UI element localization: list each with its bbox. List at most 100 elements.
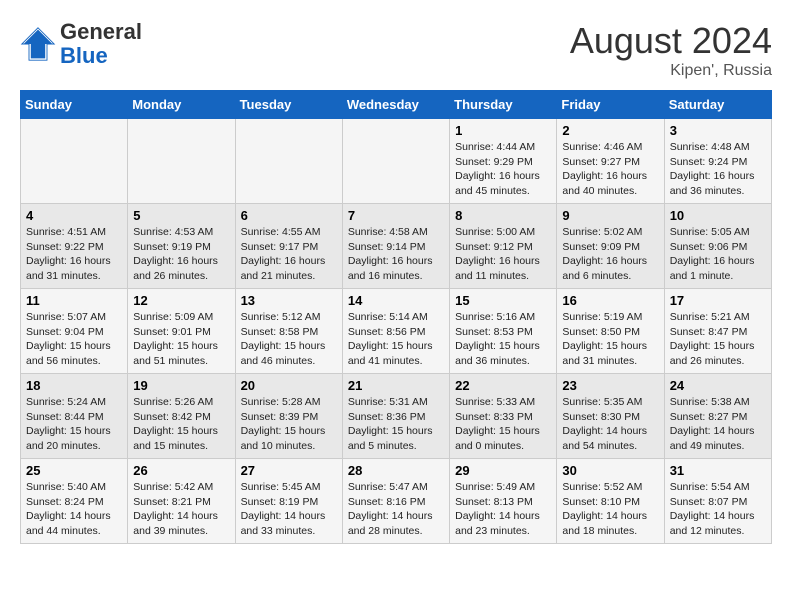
- calendar-cell: 27 Sunrise: 5:45 AM Sunset: 8:19 PM Dayli…: [235, 459, 342, 544]
- calendar-cell: 28Sunrise: 5:47 AM Sunset: 8:16 PM Dayli…: [342, 459, 449, 544]
- day-number: 9: [562, 208, 658, 223]
- calendar-cell: 2Sunrise: 4:46 AM Sunset: 9:27 PM Daylig…: [557, 119, 664, 204]
- day-number: 12: [133, 293, 229, 308]
- day-info: Sunrise: 5:49 AM Sunset: 8:13 PM Dayligh…: [455, 480, 551, 539]
- calendar-cell: [128, 119, 235, 204]
- calendar-cell: 31Sunrise: 5:54 AM Sunset: 8:07 PM Dayli…: [664, 459, 771, 544]
- week-row-4: 18Sunrise: 5:24 AM Sunset: 8:44 PM Dayli…: [21, 374, 772, 459]
- day-info: Sunrise: 5:33 AM Sunset: 8:33 PM Dayligh…: [455, 395, 551, 454]
- calendar-cell: 24 Sunrise: 5:38 AM Sunset: 8:27 PM Dayli…: [664, 374, 771, 459]
- header: General Blue August 2024 Kipen', Russia: [20, 20, 772, 80]
- calendar-cell: 20Sunrise: 5:28 AM Sunset: 8:39 PM Dayli…: [235, 374, 342, 459]
- calendar-cell: 8Sunrise: 5:00 AM Sunset: 9:12 PM Daylig…: [450, 204, 557, 289]
- day-info: Sunrise: 4:44 AM Sunset: 9:29 PM Dayligh…: [455, 140, 551, 199]
- day-header-friday: Friday: [557, 91, 664, 119]
- title-block: August 2024 Kipen', Russia: [570, 20, 772, 80]
- day-info: Sunrise: 5:45 AM Sunset: 8:19 PM Dayligh…: [241, 480, 337, 539]
- calendar-cell: 5 Sunrise: 4:53 AM Sunset: 9:19 PM Daylig…: [128, 204, 235, 289]
- day-number: 27: [241, 463, 337, 478]
- day-number: 5: [133, 208, 229, 223]
- calendar-cell: 18Sunrise: 5:24 AM Sunset: 8:44 PM Dayli…: [21, 374, 128, 459]
- week-row-2: 4Sunrise: 4:51 AM Sunset: 9:22 PM Daylig…: [21, 204, 772, 289]
- day-number: 25: [26, 463, 122, 478]
- week-row-3: 11 Sunrise: 5:07 AM Sunset: 9:04 PM Dayli…: [21, 289, 772, 374]
- calendar-cell: [21, 119, 128, 204]
- day-header-thursday: Thursday: [450, 91, 557, 119]
- day-info: Sunrise: 5:42 AM Sunset: 8:21 PM Dayligh…: [133, 480, 229, 539]
- day-number: 13: [241, 293, 337, 308]
- day-number: 1: [455, 123, 551, 138]
- day-number: 17: [670, 293, 766, 308]
- day-number: 16: [562, 293, 658, 308]
- day-info: Sunrise: 5:12 AM Sunset: 8:58 PM Dayligh…: [241, 310, 337, 369]
- day-number: 30: [562, 463, 658, 478]
- logo: General Blue: [20, 20, 142, 68]
- day-number: 19: [133, 378, 229, 393]
- day-number: 22: [455, 378, 551, 393]
- day-info: Sunrise: 5:07 AM Sunset: 9:04 PM Dayligh…: [26, 310, 122, 369]
- day-header-tuesday: Tuesday: [235, 91, 342, 119]
- day-info: Sunrise: 5:31 AM Sunset: 8:36 PM Dayligh…: [348, 395, 444, 454]
- calendar-cell: 1 Sunrise: 4:44 AM Sunset: 9:29 PM Daylig…: [450, 119, 557, 204]
- calendar-cell: 12 Sunrise: 5:09 AM Sunset: 9:01 PM Dayli…: [128, 289, 235, 374]
- day-header-sunday: Sunday: [21, 91, 128, 119]
- day-info: Sunrise: 5:09 AM Sunset: 9:01 PM Dayligh…: [133, 310, 229, 369]
- calendar-cell: 14 Sunrise: 5:14 AM Sunset: 8:56 PM Dayli…: [342, 289, 449, 374]
- day-number: 11: [26, 293, 122, 308]
- day-info: Sunrise: 5:26 AM Sunset: 8:42 PM Dayligh…: [133, 395, 229, 454]
- day-info: Sunrise: 4:58 AM Sunset: 9:14 PM Dayligh…: [348, 225, 444, 284]
- week-row-5: 25 Sunrise: 5:40 AM Sunset: 8:24 PM Dayli…: [21, 459, 772, 544]
- calendar-cell: 29 Sunrise: 5:49 AM Sunset: 8:13 PM Dayli…: [450, 459, 557, 544]
- day-info: Sunrise: 5:40 AM Sunset: 8:24 PM Dayligh…: [26, 480, 122, 539]
- day-info: Sunrise: 5:38 AM Sunset: 8:27 PM Dayligh…: [670, 395, 766, 454]
- calendar-cell: 30Sunrise: 5:52 AM Sunset: 8:10 PM Dayli…: [557, 459, 664, 544]
- calendar-cell: 19 Sunrise: 5:26 AM Sunset: 8:42 PM Dayli…: [128, 374, 235, 459]
- calendar-cell: 7 Sunrise: 4:58 AM Sunset: 9:14 PM Daylig…: [342, 204, 449, 289]
- calendar-cell: 6Sunrise: 4:55 AM Sunset: 9:17 PM Daylig…: [235, 204, 342, 289]
- day-header-monday: Monday: [128, 91, 235, 119]
- calendar-cell: 17Sunrise: 5:21 AM Sunset: 8:47 PM Dayli…: [664, 289, 771, 374]
- calendar-cell: 10Sunrise: 5:05 AM Sunset: 9:06 PM Dayli…: [664, 204, 771, 289]
- logo-blue-text: Blue: [60, 43, 108, 68]
- day-info: Sunrise: 5:19 AM Sunset: 8:50 PM Dayligh…: [562, 310, 658, 369]
- logo-icon: [20, 26, 56, 62]
- calendar-cell: 3Sunrise: 4:48 AM Sunset: 9:24 PM Daylig…: [664, 119, 771, 204]
- calendar-cell: [235, 119, 342, 204]
- day-info: Sunrise: 5:47 AM Sunset: 8:16 PM Dayligh…: [348, 480, 444, 539]
- day-number: 14: [348, 293, 444, 308]
- day-info: Sunrise: 4:55 AM Sunset: 9:17 PM Dayligh…: [241, 225, 337, 284]
- calendar-cell: 11 Sunrise: 5:07 AM Sunset: 9:04 PM Dayli…: [21, 289, 128, 374]
- day-number: 21: [348, 378, 444, 393]
- day-info: Sunrise: 4:53 AM Sunset: 9:19 PM Dayligh…: [133, 225, 229, 284]
- day-header-wednesday: Wednesday: [342, 91, 449, 119]
- calendar-cell: 25 Sunrise: 5:40 AM Sunset: 8:24 PM Dayli…: [21, 459, 128, 544]
- days-header-row: SundayMondayTuesdayWednesdayThursdayFrid…: [21, 91, 772, 119]
- day-number: 4: [26, 208, 122, 223]
- calendar-cell: 21 Sunrise: 5:31 AM Sunset: 8:36 PM Dayli…: [342, 374, 449, 459]
- calendar-table: SundayMondayTuesdayWednesdayThursdayFrid…: [20, 90, 772, 544]
- day-number: 18: [26, 378, 122, 393]
- day-header-saturday: Saturday: [664, 91, 771, 119]
- calendar-cell: 23Sunrise: 5:35 AM Sunset: 8:30 PM Dayli…: [557, 374, 664, 459]
- day-info: Sunrise: 5:00 AM Sunset: 9:12 PM Dayligh…: [455, 225, 551, 284]
- day-number: 23: [562, 378, 658, 393]
- calendar-title: August 2024: [570, 20, 772, 62]
- day-number: 29: [455, 463, 551, 478]
- day-number: 7: [348, 208, 444, 223]
- calendar-subtitle: Kipen', Russia: [570, 62, 772, 80]
- day-number: 26: [133, 463, 229, 478]
- day-number: 2: [562, 123, 658, 138]
- calendar-cell: 4Sunrise: 4:51 AM Sunset: 9:22 PM Daylig…: [21, 204, 128, 289]
- day-number: 15: [455, 293, 551, 308]
- day-number: 3: [670, 123, 766, 138]
- calendar-cell: 26 Sunrise: 5:42 AM Sunset: 8:21 PM Dayli…: [128, 459, 235, 544]
- day-info: Sunrise: 5:16 AM Sunset: 8:53 PM Dayligh…: [455, 310, 551, 369]
- week-row-1: 1 Sunrise: 4:44 AM Sunset: 9:29 PM Daylig…: [21, 119, 772, 204]
- day-info: Sunrise: 5:54 AM Sunset: 8:07 PM Dayligh…: [670, 480, 766, 539]
- day-number: 24: [670, 378, 766, 393]
- day-number: 20: [241, 378, 337, 393]
- day-number: 10: [670, 208, 766, 223]
- logo-general-text: General: [60, 19, 142, 44]
- day-info: Sunrise: 5:14 AM Sunset: 8:56 PM Dayligh…: [348, 310, 444, 369]
- calendar-cell: 13 Sunrise: 5:12 AM Sunset: 8:58 PM Dayli…: [235, 289, 342, 374]
